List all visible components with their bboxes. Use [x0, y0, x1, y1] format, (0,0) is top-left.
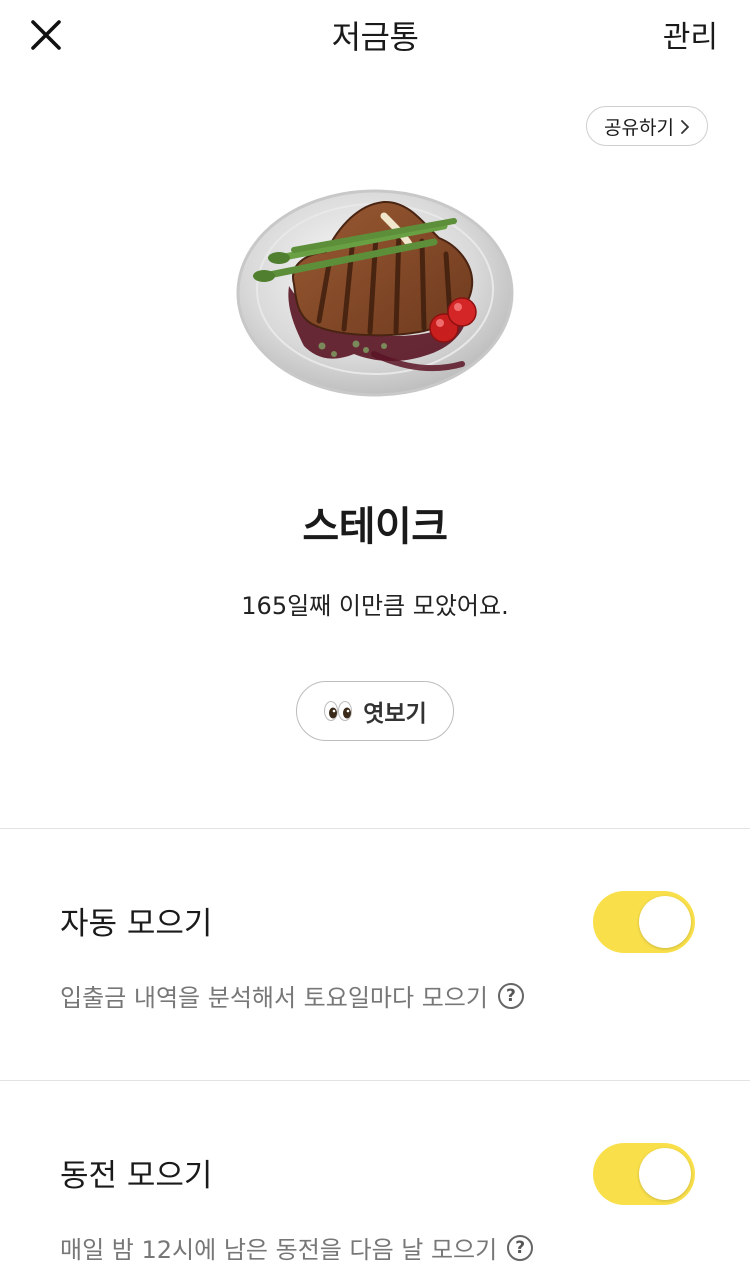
- steak-illustration: [234, 186, 516, 400]
- share-button-label: 공유하기: [604, 116, 674, 139]
- section-divider: [0, 1080, 750, 1081]
- coin-save-toggle[interactable]: [593, 1143, 695, 1205]
- coin-save-title: 동전 모으기: [60, 1158, 213, 1194]
- piggybank-item-name: 스테이크: [302, 504, 448, 550]
- toggle-knob: [639, 1148, 691, 1200]
- help-icon[interactable]: ?: [507, 1234, 534, 1261]
- coin-save-description-text: 매일 밤 12시에 남은 동전을 다음 날 모으기: [60, 1236, 498, 1264]
- peek-button[interactable]: 엿보기: [296, 681, 454, 741]
- toggle-knob: [639, 896, 691, 948]
- help-icon[interactable]: ?: [497, 982, 524, 1009]
- auto-save-toggle[interactable]: [593, 891, 695, 953]
- auto-save-title: 자동 모으기: [60, 906, 213, 942]
- top-navigation-bar: 저금통 관리: [0, 0, 750, 70]
- page-title: 저금통: [331, 18, 419, 56]
- chevron-right-icon: [681, 119, 689, 134]
- eyes-icon: [324, 701, 353, 721]
- auto-save-description: 입출금 내역을 분석해서 토요일마다 모으기 ?: [60, 978, 524, 1013]
- manage-button[interactable]: 관리: [663, 12, 718, 56]
- tomato: [447, 297, 477, 327]
- section-divider: [0, 828, 750, 829]
- peek-button-label: 엿보기: [363, 701, 427, 727]
- saved-days-text: 165일째 이만큼 모았어요.: [241, 592, 509, 620]
- auto-save-description-text: 입출금 내역을 분석해서 토요일마다 모으기: [60, 984, 488, 1012]
- share-button[interactable]: 공유하기: [586, 106, 708, 146]
- coin-save-description: 매일 밤 12시에 남은 동전을 다음 날 모으기 ?: [60, 1230, 534, 1265]
